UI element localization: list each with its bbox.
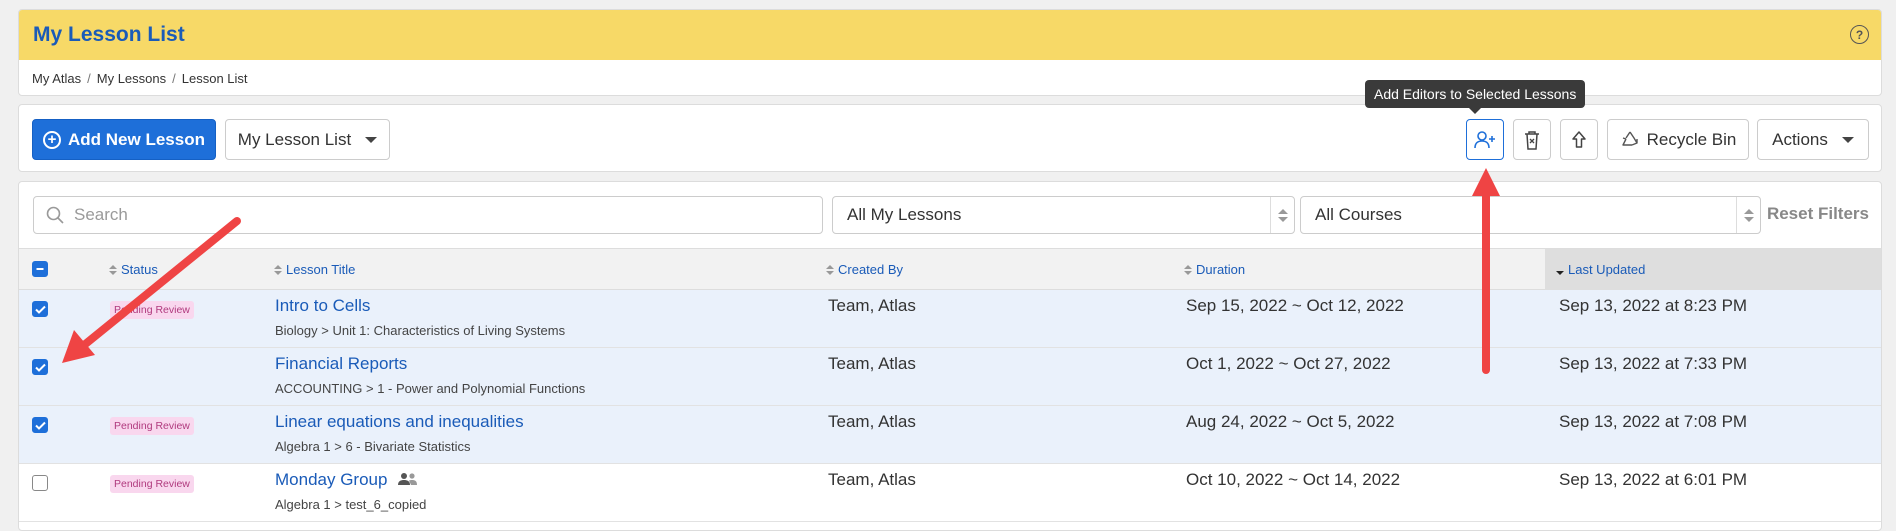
search-field[interactable]	[33, 196, 823, 234]
filters-bar: All My Lessons All Courses Reset Filters	[19, 182, 1881, 248]
add-user-icon	[1474, 130, 1495, 148]
title-bar: My Lesson List ?	[19, 10, 1881, 60]
sort-icon	[274, 264, 282, 275]
breadcrumb-my-atlas[interactable]: My Atlas	[32, 71, 81, 86]
column-header-status[interactable]: Status	[109, 249, 158, 290]
caret-down-icon	[365, 136, 378, 143]
caret-down-icon	[1841, 136, 1854, 143]
status-badge: Pending Review	[110, 417, 194, 435]
minus-icon	[36, 268, 44, 270]
delete-button[interactable]	[1513, 119, 1551, 160]
column-header-created-by[interactable]: Created By	[826, 249, 903, 290]
breadcrumb-separator: /	[172, 70, 176, 86]
last-updated: Sep 13, 2022 at 7:08 PM	[1559, 412, 1748, 431]
breadcrumb-lesson-list: Lesson List	[181, 70, 248, 86]
lesson-title-link[interactable]: Monday Group	[275, 470, 418, 490]
lesson-list-select-value: My Lesson List	[237, 129, 352, 149]
select-arrows-icon	[1736, 197, 1760, 233]
column-header-last-updated[interactable]: Last Updated	[1545, 249, 1881, 290]
lesson-title-link[interactable]: Intro to Cells	[275, 296, 370, 316]
add-editors-button[interactable]	[1466, 119, 1504, 160]
table-row[interactable]: Pending Review Intro to Cells Biology > …	[19, 290, 1881, 348]
table-row[interactable]: Pending Review Linear equations and ineq…	[19, 406, 1881, 464]
breadcrumb-separator: /	[87, 70, 91, 86]
move-up-button[interactable]	[1560, 119, 1598, 160]
courses-filter-select[interactable]: All Courses	[1300, 196, 1761, 234]
toolbar: + Add New Lesson My Lesson List Recycle …	[18, 104, 1882, 172]
lesson-list-panel: All My Lessons All Courses Reset Filters…	[18, 181, 1882, 531]
column-header-lesson-title[interactable]: Lesson Title	[274, 249, 355, 290]
question-circle-icon[interactable]: ?	[1850, 25, 1869, 44]
lesson-course-path: ACCOUNTING > 1 - Power and Polynomial Fu…	[275, 381, 586, 396]
actions-dropdown[interactable]: Actions	[1757, 119, 1869, 160]
lesson-course-path: Biology > Unit 1: Characteristics of Liv…	[275, 323, 566, 338]
column-header-lesson-title-label: Lesson Title	[286, 262, 356, 277]
trash-icon	[1525, 130, 1539, 150]
lesson-title-text: Monday Group	[275, 470, 388, 489]
courses-filter-value: All Courses	[1315, 205, 1402, 224]
select-arrows-icon	[1270, 197, 1294, 233]
lesson-list-select[interactable]: My Lesson List	[225, 119, 390, 160]
duration: Sep 15, 2022 ~ Oct 12, 2022	[1186, 296, 1404, 315]
breadcrumb-my-lessons[interactable]: My Lessons	[97, 71, 166, 86]
column-header-last-updated-label: Last Updated	[1568, 262, 1646, 277]
created-by: Team, Atlas	[828, 354, 916, 373]
recycle-icon	[1621, 131, 1638, 146]
last-updated: Sep 13, 2022 at 6:01 PM	[1559, 470, 1748, 489]
sort-icon	[826, 264, 834, 275]
last-updated: Sep 13, 2022 at 7:33 PM	[1559, 354, 1748, 373]
lessons-filter-value: All My Lessons	[847, 205, 962, 224]
lessons-filter-select[interactable]: All My Lessons	[832, 196, 1295, 234]
add-new-lesson-button[interactable]: + Add New Lesson	[32, 119, 216, 160]
sort-icon	[109, 264, 117, 275]
duration: Oct 1, 2022 ~ Oct 27, 2022	[1186, 354, 1391, 373]
recycle-bin-label: Recycle Bin	[1646, 129, 1737, 149]
lesson-course-path: Algebra 1 > 6 - Bivariate Statistics	[275, 439, 471, 454]
check-icon	[34, 305, 46, 314]
breadcrumb: My Atlas / My Lessons / Lesson List	[19, 60, 1881, 95]
reset-filters-link[interactable]: Reset Filters	[1767, 204, 1869, 224]
plus-circle-icon: +	[43, 130, 62, 149]
row-checkbox[interactable]	[32, 359, 48, 375]
sort-desc-icon	[1556, 264, 1564, 275]
created-by: Team, Atlas	[828, 296, 916, 315]
row-checkbox[interactable]	[32, 417, 48, 433]
check-icon	[34, 363, 46, 372]
column-header-duration[interactable]: Duration	[1184, 249, 1245, 290]
actions-label: Actions	[1772, 129, 1828, 149]
column-header-duration-label: Duration	[1196, 262, 1246, 277]
check-icon	[34, 421, 46, 430]
column-header-status-label: Status	[121, 262, 158, 277]
page-header: My Lesson List ? My Atlas / My Lessons /…	[18, 9, 1882, 96]
add-new-lesson-label: Add New Lesson	[68, 129, 205, 149]
select-all-checkbox[interactable]	[32, 261, 48, 277]
table-row[interactable]: Pending Review Monday Group Algebra 1 > …	[19, 464, 1881, 522]
search-input[interactable]	[74, 205, 774, 225]
duration: Oct 10, 2022 ~ Oct 14, 2022	[1186, 470, 1401, 489]
row-checkbox[interactable]	[32, 301, 48, 317]
lesson-course-path: Algebra 1 > test_6_copied	[275, 497, 427, 512]
status-badge: Pending Review	[110, 301, 194, 319]
duration: Aug 24, 2022 ~ Oct 5, 2022	[1186, 412, 1395, 431]
created-by: Team, Atlas	[828, 470, 916, 489]
page-title: My Lesson List	[33, 23, 185, 46]
row-checkbox[interactable]	[32, 475, 48, 491]
sort-icon	[1184, 264, 1192, 275]
column-header-created-by-label: Created By	[838, 262, 904, 277]
table-header: Status Lesson Title Created By Duration …	[19, 248, 1881, 290]
status-badge: Pending Review	[110, 475, 194, 493]
last-updated: Sep 13, 2022 at 8:23 PM	[1559, 296, 1748, 315]
lesson-title-link[interactable]: Financial Reports	[275, 354, 407, 374]
arrow-up-icon	[1572, 130, 1586, 148]
lesson-table-body: Pending Review Intro to Cells Biology > …	[19, 290, 1881, 522]
group-icon	[398, 473, 418, 485]
recycle-bin-button[interactable]: Recycle Bin	[1607, 119, 1749, 160]
add-editors-tooltip: Add Editors to Selected Lessons	[1365, 80, 1586, 114]
search-icon	[46, 206, 64, 224]
created-by: Team, Atlas	[828, 412, 916, 431]
table-row[interactable]: Financial Reports ACCOUNTING > 1 - Power…	[19, 348, 1881, 406]
lesson-title-link[interactable]: Linear equations and inequalities	[275, 412, 524, 432]
